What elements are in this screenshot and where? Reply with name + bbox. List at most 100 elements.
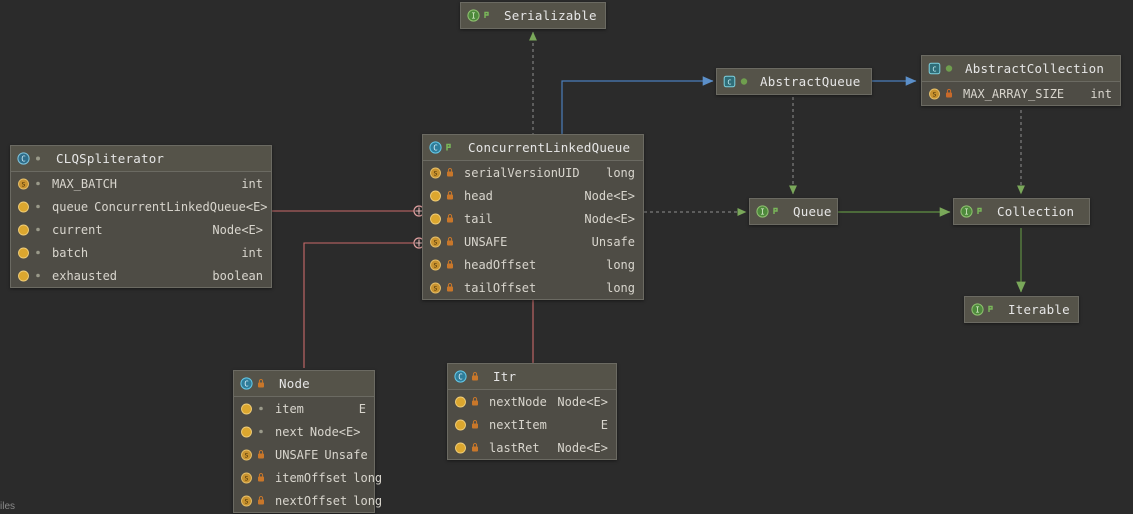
private-icon bbox=[470, 418, 480, 431]
field-type: Node<E> bbox=[309, 424, 361, 439]
private-icon bbox=[470, 441, 480, 454]
field-row[interactable]: batch int bbox=[11, 241, 271, 264]
field-row[interactable]: current Node<E> bbox=[11, 218, 271, 241]
field-name: next bbox=[275, 424, 304, 439]
field-name: current bbox=[52, 222, 103, 237]
svg-text:I: I bbox=[975, 306, 980, 315]
field-type: long bbox=[606, 257, 635, 272]
private-icon bbox=[445, 281, 455, 294]
svg-text:S: S bbox=[245, 452, 249, 460]
private-icon bbox=[470, 370, 480, 383]
field-name: tailOffset bbox=[464, 280, 537, 295]
field-icon bbox=[240, 425, 253, 438]
field-type: Node<E> bbox=[584, 188, 635, 203]
field-name: itemOffset bbox=[275, 470, 348, 485]
node-node-title: Node bbox=[279, 376, 310, 391]
node-clq-spliterator[interactable]: C CLQSpliterator S MAX_BATCH int queue C… bbox=[10, 145, 272, 288]
field-row[interactable]: S nextOffset long bbox=[234, 489, 382, 512]
edge-node-clq bbox=[303, 242, 418, 368]
field-name: headOffset bbox=[464, 257, 537, 272]
public-interface-icon bbox=[772, 205, 782, 218]
svg-text:I: I bbox=[760, 208, 765, 217]
field-type: E bbox=[600, 417, 608, 432]
field-type: long bbox=[606, 165, 635, 180]
package-private-icon bbox=[33, 269, 43, 282]
field-row[interactable]: item E bbox=[234, 397, 374, 420]
interface-icon: I bbox=[960, 205, 973, 218]
field-row[interactable]: next Node<E> bbox=[234, 420, 374, 443]
field-type: E bbox=[358, 401, 366, 416]
node-abstract-queue-title: AbstractQueue bbox=[760, 74, 861, 89]
diagram-canvas[interactable]: I Serializable C AbstractQueue C Abstrac… bbox=[0, 0, 1133, 514]
field-icon bbox=[454, 441, 467, 454]
static-field-icon: S bbox=[240, 471, 253, 484]
node-queue-title: Queue bbox=[793, 204, 832, 219]
field-row[interactable]: nextNode Node<E> bbox=[448, 390, 616, 413]
node-concurrent-linked-queue[interactable]: C ConcurrentLinkedQueue S serialVersionU… bbox=[422, 134, 644, 300]
field-row[interactable]: nextItem E bbox=[448, 413, 616, 436]
private-icon bbox=[445, 189, 455, 202]
node-iterable[interactable]: I Iterable bbox=[964, 296, 1079, 323]
field-icon bbox=[17, 200, 30, 213]
node-serializable[interactable]: I Serializable bbox=[460, 2, 606, 29]
private-icon bbox=[256, 494, 266, 507]
interface-icon: I bbox=[756, 205, 769, 218]
node-collection[interactable]: I Collection bbox=[953, 198, 1090, 225]
field-row[interactable]: S itemOffset long bbox=[234, 466, 382, 489]
node-abstract-collection[interactable]: C AbstractCollection S MAX_ARRAY_SIZE in… bbox=[921, 55, 1121, 106]
field-icon bbox=[17, 223, 30, 236]
field-row[interactable]: S MAX_ARRAY_SIZE int bbox=[922, 82, 1120, 105]
field-type: int bbox=[1090, 86, 1112, 101]
field-name: UNSAFE bbox=[464, 234, 508, 249]
field-row[interactable]: head Node<E> bbox=[423, 184, 643, 207]
class-icon: C bbox=[429, 141, 442, 154]
node-itr[interactable]: C Itr nextNode Node<E> nextItem E lastRe… bbox=[447, 363, 617, 460]
abstract-class-icon: C bbox=[928, 62, 941, 75]
package-private-icon bbox=[33, 200, 43, 213]
field-row[interactable]: lastRet Node<E> bbox=[448, 436, 616, 459]
node-abstract-queue[interactable]: C AbstractQueue bbox=[716, 68, 872, 95]
private-icon bbox=[445, 258, 455, 271]
private-icon bbox=[256, 448, 266, 461]
edge-clq-abstractqueue bbox=[561, 76, 714, 136]
field-row[interactable]: S MAX_BATCH int bbox=[11, 172, 271, 195]
node-concurrent-linked-queue-header: C ConcurrentLinkedQueue bbox=[423, 135, 643, 161]
public-interface-icon bbox=[976, 205, 986, 218]
package-private-icon bbox=[256, 402, 266, 415]
field-name: queue bbox=[52, 199, 89, 214]
field-name: tail bbox=[464, 211, 493, 226]
field-row[interactable]: queue ConcurrentLinkedQueue<E> bbox=[11, 195, 271, 218]
static-field-icon: S bbox=[240, 448, 253, 461]
field-name: head bbox=[464, 188, 493, 203]
field-row[interactable]: S headOffset long bbox=[423, 253, 643, 276]
node-abstract-queue-header: C AbstractQueue bbox=[717, 69, 871, 94]
svg-text:S: S bbox=[245, 498, 249, 506]
svg-text:C: C bbox=[727, 78, 731, 86]
field-name: exhausted bbox=[52, 268, 118, 283]
field-row[interactable]: S serialVersionUID long bbox=[423, 161, 643, 184]
field-icon bbox=[17, 246, 30, 259]
field-type: ConcurrentLinkedQueue<E> bbox=[94, 199, 268, 214]
field-name: nextOffset bbox=[275, 493, 348, 508]
field-row[interactable]: S tailOffset long bbox=[423, 276, 643, 299]
public-interface-icon bbox=[987, 303, 997, 316]
field-row[interactable]: tail Node<E> bbox=[423, 207, 643, 230]
field-icon bbox=[429, 212, 442, 225]
svg-text:I: I bbox=[964, 208, 969, 217]
node-queue[interactable]: I Queue bbox=[749, 198, 838, 225]
node-abstract-collection-header: C AbstractCollection bbox=[922, 56, 1120, 82]
static-field-icon: S bbox=[429, 166, 442, 179]
field-row[interactable]: S UNSAFE Unsafe bbox=[234, 443, 374, 466]
node-serializable-header: I Serializable bbox=[461, 3, 605, 28]
field-row[interactable]: exhausted boolean bbox=[11, 264, 271, 287]
public-icon bbox=[739, 75, 749, 88]
svg-text:C: C bbox=[433, 143, 438, 152]
static-field-icon: S bbox=[429, 258, 442, 271]
node-node[interactable]: C Node item E next Node<E> S UNSAFE Unsa… bbox=[233, 370, 382, 513]
field-name: nextItem bbox=[489, 417, 547, 432]
field-row[interactable]: S UNSAFE Unsafe bbox=[423, 230, 643, 253]
interface-icon: I bbox=[467, 9, 480, 22]
node-concurrent-linked-queue-title: ConcurrentLinkedQueue bbox=[468, 140, 631, 155]
public-icon bbox=[445, 141, 455, 154]
private-icon bbox=[256, 471, 266, 484]
